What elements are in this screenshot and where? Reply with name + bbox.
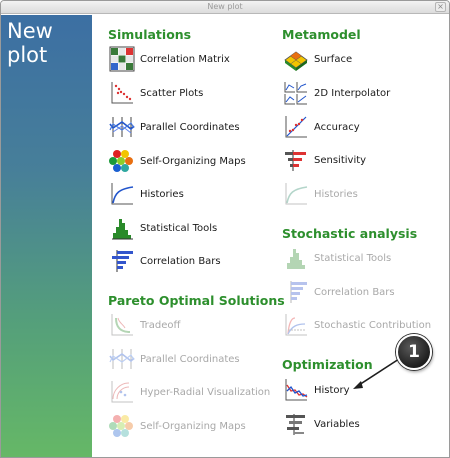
menu-item-statistical-tools[interactable]: Statistical Tools xyxy=(109,215,217,241)
menu-item-tradeoff[interactable]: Tradeoff xyxy=(109,312,180,338)
menu-item-label: Sensitivity xyxy=(314,154,367,166)
callout-badge: 1 xyxy=(396,334,432,370)
menu-item-label: Parallel Coordinates xyxy=(140,353,240,365)
menu-item-pareto-parallel-coordinates[interactable]: Parallel Coordinates xyxy=(109,346,240,372)
section-title-optimization: Optimization xyxy=(282,357,373,372)
section-title-metamodel: Metamodel xyxy=(282,27,361,42)
2d-interpolator-icon xyxy=(284,82,307,105)
sidebar: New plot xyxy=(1,15,92,457)
section-title-stochastic: Stochastic analysis xyxy=(282,226,418,241)
surface-icon xyxy=(284,51,308,71)
menu-item-label: Correlation Bars xyxy=(314,286,395,298)
menu-item-label: History xyxy=(314,384,350,396)
statistical-tools-icon xyxy=(287,249,305,269)
sensitivity-icon xyxy=(285,150,306,171)
menu-item-label: Parallel Coordinates xyxy=(140,121,240,133)
menu-item-correlation-bars[interactable]: Correlation Bars xyxy=(109,248,221,274)
accuracy-icon xyxy=(285,116,307,138)
menu-item-metamodel-histories[interactable]: Histories xyxy=(283,181,358,207)
new-plot-window: New plot × New plot Simulations Correlat… xyxy=(0,0,450,458)
correlation-bars-icon xyxy=(290,281,307,303)
menu-item-history[interactable]: History xyxy=(283,377,350,403)
menu-item-2d-interpolator[interactable]: 2D Interpolator xyxy=(283,80,390,106)
scatter-plots-icon xyxy=(111,82,133,104)
menu-item-histories[interactable]: Histories xyxy=(109,181,184,207)
menu-item-parallel-coordinates[interactable]: Parallel Coordinates xyxy=(109,114,240,140)
window-title: New plot xyxy=(207,2,243,11)
menu-item-label: Histories xyxy=(140,188,184,200)
histories-icon xyxy=(285,183,308,205)
self-organizing-maps-icon xyxy=(109,150,133,172)
section-title-pareto: Pareto Optimal Solutions xyxy=(108,293,285,308)
close-button[interactable]: × xyxy=(435,2,446,12)
histories-icon xyxy=(111,183,134,205)
menu-item-label: Statistical Tools xyxy=(314,252,392,264)
stochastic-contribution-icon xyxy=(285,314,307,336)
tradeoff-icon xyxy=(111,314,133,336)
menu-item-scatter-plots[interactable]: Scatter Plots xyxy=(109,80,203,106)
plot-type-panel: Simulations Correlation Matrix Scatter P… xyxy=(92,15,449,457)
sidebar-title: New plot xyxy=(7,19,53,67)
correlation-matrix-icon xyxy=(109,46,135,72)
menu-item-label: Accuracy xyxy=(314,121,360,133)
menu-item-correlation-matrix[interactable]: Correlation Matrix xyxy=(109,46,230,72)
section-title-simulations: Simulations xyxy=(108,27,192,42)
menu-item-label: Stochastic Contribution xyxy=(314,319,432,331)
parallel-coordinates-icon xyxy=(109,349,135,369)
menu-item-label: 2D Interpolator xyxy=(314,87,391,99)
menu-item-stochastic-statistical-tools[interactable]: Statistical Tools xyxy=(283,245,391,271)
title-bar[interactable]: New plot × xyxy=(1,1,449,14)
menu-item-label: Hyper-Radial Visualization xyxy=(140,386,271,398)
menu-item-self-organizing-maps[interactable]: Self-Organizing Maps xyxy=(109,148,246,174)
statistical-tools-icon xyxy=(112,219,133,240)
menu-item-label: Correlation Bars xyxy=(140,255,221,267)
menu-item-label: Scatter Plots xyxy=(140,87,204,99)
variables-icon xyxy=(286,414,305,435)
menu-item-sensitivity[interactable]: Sensitivity xyxy=(283,147,366,173)
menu-item-surface[interactable]: Surface xyxy=(283,46,352,72)
correlation-bars-icon xyxy=(112,250,133,272)
menu-item-label: Self-Organizing Maps xyxy=(140,420,246,432)
menu-item-label: Histories xyxy=(314,188,358,200)
menu-item-hyper-radial[interactable]: Hyper-Radial Visualization xyxy=(109,379,270,405)
menu-item-label: Correlation Matrix xyxy=(140,53,230,65)
menu-item-variables[interactable]: Variables xyxy=(283,411,360,437)
history-icon xyxy=(285,379,308,401)
menu-item-label: Variables xyxy=(314,418,360,430)
parallel-coordinates-icon xyxy=(109,117,135,137)
menu-item-label: Surface xyxy=(314,53,353,65)
menu-item-stochastic-correlation-bars[interactable]: Correlation Bars xyxy=(283,279,395,305)
menu-item-label: Tradeoff xyxy=(140,319,181,331)
self-organizing-maps-icon xyxy=(109,415,133,437)
menu-item-accuracy[interactable]: Accuracy xyxy=(283,114,360,140)
menu-item-label: Statistical Tools xyxy=(140,222,218,234)
menu-item-label: Self-Organizing Maps xyxy=(140,155,246,167)
menu-item-pareto-self-organizing-maps[interactable]: Self-Organizing Maps xyxy=(109,413,246,439)
hyper-radial-icon xyxy=(111,381,133,403)
